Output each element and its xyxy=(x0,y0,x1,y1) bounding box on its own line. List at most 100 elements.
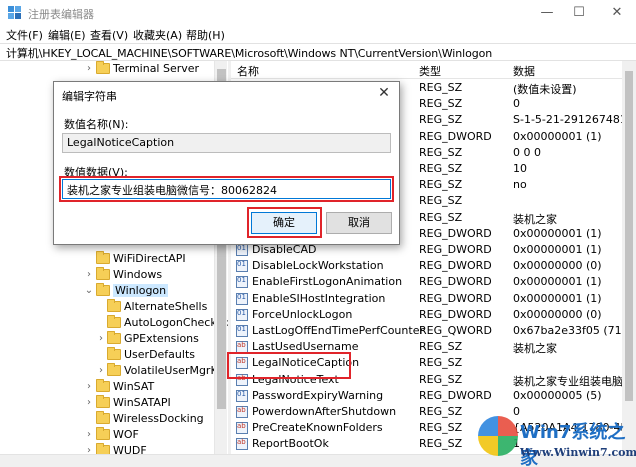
list-cell-data: 0x00000000 (0) xyxy=(513,307,602,321)
tree-item-wudf[interactable]: › WUDF xyxy=(0,443,214,454)
site-watermark: Win7系统之家 Www.Winwin7.com xyxy=(476,410,636,467)
expand-arrow-icon[interactable]: › xyxy=(84,380,94,394)
list-cell-name: EnableSIHostIntegration xyxy=(252,291,386,305)
minimize-button[interactable]: — xyxy=(530,0,564,25)
address-bar[interactable]: 计算机\HKEY_LOCAL_MACHINE\SOFTWARE\Microsof… xyxy=(0,43,636,61)
string-value-icon xyxy=(236,438,248,451)
list-scrollbar-thumb[interactable] xyxy=(625,71,633,401)
collapse-arrow-icon[interactable]: ⌄ xyxy=(84,284,94,298)
windows-logo-icon xyxy=(478,416,518,456)
list-row[interactable]: PasswordExpiryWarning REG_DWORD 0x00000005… xyxy=(231,388,636,404)
tree-item-winsat[interactable]: › WinSAT xyxy=(0,379,214,395)
tree-item-label: Terminal Server xyxy=(113,62,200,75)
dialog-close-icon[interactable]: ✕ xyxy=(375,84,393,102)
tree-item-label: WirelessDocking xyxy=(113,412,204,425)
list-cell-type: REG_DWORD xyxy=(419,388,492,402)
expand-arrow-icon[interactable]: › xyxy=(96,332,106,346)
highlight-value-data xyxy=(59,176,394,202)
list-cell-data: 0x00000001 (1) xyxy=(513,129,602,143)
list-cell-type: REG_DWORD xyxy=(419,259,492,273)
value-name-field: LegalNoticeCaption xyxy=(62,133,391,153)
tree-item-label: WinSAT xyxy=(113,380,155,393)
folder-icon xyxy=(107,363,121,376)
folder-icon xyxy=(107,315,121,328)
list-row[interactable]: ForceUnlockLogon REG_DWORD 0x00000000 (0) xyxy=(231,307,636,323)
list-row[interactable]: LastLogOffEndTimePerfCounterREG_QWORD 0x6… xyxy=(231,323,636,339)
tree-item-windows[interactable]: › Windows xyxy=(0,267,214,283)
tree-item-volatileusermgrkey[interactable]: › VolatileUserMgrKey xyxy=(0,363,228,379)
list-cell-type: REG_DWORD xyxy=(419,129,492,143)
list-cell-name: PowerdownAfterShutdown xyxy=(252,405,397,418)
list-cell-data: 0x00000005 (5) xyxy=(513,388,602,402)
folder-icon xyxy=(107,347,121,360)
tree-item-userdefaults[interactable]: UserDefaults xyxy=(0,347,214,363)
tree-item-wof[interactable]: › WOF xyxy=(0,427,214,443)
expand-arrow-icon[interactable]: › xyxy=(84,428,94,442)
watermark-url: Www.Winwin7.com xyxy=(520,446,636,459)
folder-open-icon xyxy=(96,283,110,296)
list-cell-type: REG_SZ xyxy=(419,145,463,159)
tree-item-wifidirectapi[interactable]: WiFiDirectAPI xyxy=(0,251,214,267)
menu-edit[interactable]: 编辑(E) xyxy=(48,27,86,43)
expand-arrow-icon[interactable]: › xyxy=(84,444,94,454)
close-button[interactable]: ✕ xyxy=(600,0,634,25)
list-cell-data: (数值未设置) xyxy=(513,83,577,96)
list-cell-data: 0x00000001 (1) xyxy=(513,226,602,240)
tree-item-terminal-server[interactable]: › Terminal Server xyxy=(0,61,214,77)
list-cell-data: 装机之家专业组装电脑微信 xyxy=(513,374,636,388)
binary-value-icon xyxy=(236,308,248,321)
menu-view[interactable]: 查看(V) xyxy=(90,27,128,43)
edit-string-dialog: 编辑字符串 ✕ 数值名称(N): LegalNoticeCaption 数值数据… xyxy=(53,81,400,245)
list-cell-data: no xyxy=(513,178,527,192)
list-cell-type: REG_SZ xyxy=(419,340,463,354)
column-header-data[interactable]: 数据 xyxy=(513,63,535,79)
tree-item-autologonchecked[interactable]: AutoLogonChecked xyxy=(0,315,228,331)
tree-item-label: AlternateShells xyxy=(124,300,208,313)
list-row[interactable]: DisableLockWorkstation REG_DWORD 0x0000000… xyxy=(231,258,636,274)
tree-item-label: VolatileUserMgrKey xyxy=(124,364,228,377)
list-cell-type: REG_DWORD xyxy=(419,226,492,240)
column-header-name[interactable]: 名称 xyxy=(237,63,259,79)
list-cell-type: REG_SZ xyxy=(419,97,463,111)
column-header-type[interactable]: 类型 xyxy=(419,63,441,79)
menu-help[interactable]: 帮助(H) xyxy=(186,27,225,43)
tree-item-winlogon[interactable]: ⌄ Winlogon xyxy=(0,283,214,299)
list-cell-data: S-1-5-21-2912674818-3 xyxy=(513,113,636,127)
tree-item-alternateshells[interactable]: AlternateShells xyxy=(0,299,214,315)
maximize-button[interactable]: ☐ xyxy=(562,0,596,25)
tree-item-label: WUDF xyxy=(113,444,147,454)
tree-item-gpextensions[interactable]: › GPExtensions xyxy=(0,331,214,347)
expand-arrow-icon[interactable]: › xyxy=(84,268,94,282)
list-cell-type: REG_SZ xyxy=(419,113,463,127)
folder-icon xyxy=(107,331,121,344)
list-row[interactable]: EnableFirstLogonAnimation REG_DWORD 0x0000… xyxy=(231,274,636,290)
list-cell-type: REG_SZ xyxy=(419,194,463,208)
menu-file[interactable]: 文件(F) xyxy=(6,27,43,43)
menu-favorites[interactable]: 收藏夹(A) xyxy=(133,27,182,43)
list-cell-data: 0x00000000 (0) xyxy=(513,259,602,273)
list-cell-type: REG_DWORD xyxy=(419,275,492,289)
list-cell-name: ForceUnlockLogon xyxy=(252,307,353,321)
dialog-title: 编辑字符串 xyxy=(62,90,117,103)
watermark-title: Win7系统之家 xyxy=(520,422,626,467)
list-cell-type: REG_SZ xyxy=(419,210,463,224)
list-cell-name: LastLogOffEndTimePerfCounter xyxy=(252,324,424,337)
tree-item-winsatapi[interactable]: › WinSATAPI xyxy=(0,395,214,411)
folder-icon xyxy=(96,379,110,392)
list-cell-data: 0x00000001 (1) xyxy=(513,243,602,256)
list-cell-data: 装机之家 xyxy=(513,212,557,226)
list-vertical-scrollbar[interactable] xyxy=(622,61,636,454)
expand-arrow-icon[interactable]: › xyxy=(96,364,106,378)
expand-arrow-icon[interactable]: › xyxy=(84,62,94,76)
list-cell-data: 0 0 0 xyxy=(513,145,541,159)
cancel-button[interactable]: 取消 xyxy=(326,212,392,234)
list-cell-type: REG_SZ xyxy=(419,437,463,451)
list-cell-data: 10 xyxy=(513,162,527,175)
tree-item-wirelessdocking[interactable]: WirelessDocking xyxy=(0,411,214,427)
expand-arrow-icon[interactable]: › xyxy=(84,396,94,410)
binary-value-icon xyxy=(236,389,248,402)
list-cell-type: REG_DWORD xyxy=(419,243,492,256)
list-row[interactable]: EnableSIHostIntegration REG_DWORD 0x000000… xyxy=(231,291,636,307)
string-value-icon xyxy=(236,406,248,418)
list-cell-name: EnableFirstLogonAnimation xyxy=(252,275,403,289)
